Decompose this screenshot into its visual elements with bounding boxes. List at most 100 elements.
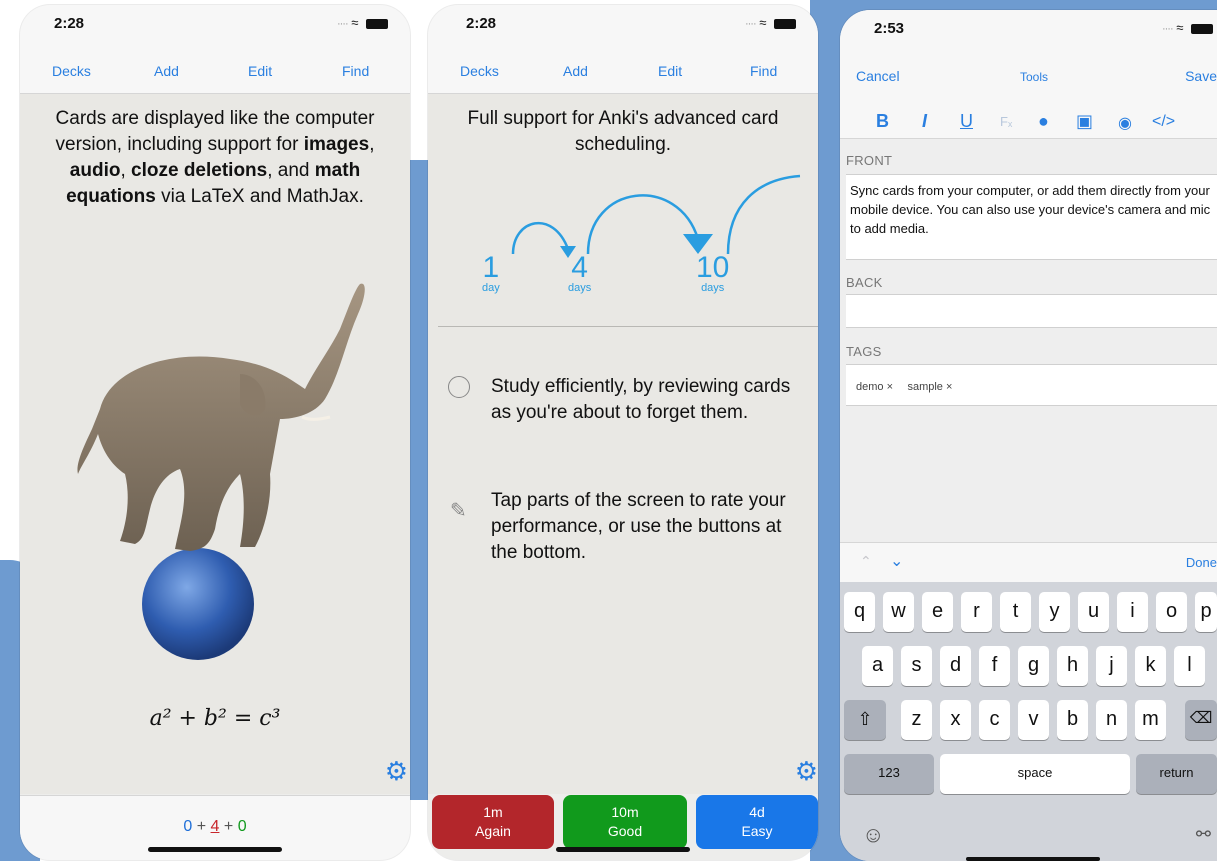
card-content[interactable]: Full support for Anki's advanced card sc…	[428, 94, 818, 794]
navigation-bar: Cancel Tools Save	[840, 54, 1217, 98]
home-indicator[interactable]	[148, 847, 282, 852]
card-description: Cards are displayed like the computer ve…	[55, 108, 375, 207]
new-count: 0	[183, 818, 193, 835]
microphone-icon[interactable]: ⚯	[1196, 824, 1211, 845]
count-separator: +	[192, 818, 211, 835]
key-x[interactable]: x	[940, 700, 971, 740]
gear-icon[interactable]: ⚙	[795, 756, 818, 787]
key-g[interactable]: g	[1018, 646, 1049, 686]
clear-format-button[interactable]: Fₓ	[1000, 114, 1012, 129]
home-indicator[interactable]	[966, 857, 1100, 861]
key-m[interactable]: m	[1135, 700, 1166, 740]
interval-3: 10 days	[696, 251, 730, 295]
key-t[interactable]: t	[1000, 592, 1031, 632]
card-content[interactable]: Cards are displayed like the computer ve…	[20, 94, 410, 794]
key-e[interactable]: e	[922, 592, 953, 632]
front-text: Sync cards from your computer, or add th…	[850, 183, 1211, 236]
key-d[interactable]: d	[940, 646, 971, 686]
eye-icon[interactable]: ◉	[1118, 113, 1132, 133]
count-separator: +	[219, 818, 238, 835]
chevron-down-icon[interactable]: ⌄	[890, 551, 903, 571]
battery-icon	[366, 18, 388, 29]
key-s[interactable]: s	[901, 646, 932, 686]
key-f[interactable]: f	[979, 646, 1010, 686]
easy-button[interactable]: 4d Easy	[696, 795, 818, 849]
scheduling-heading: Full support for Anki's advanced card sc…	[467, 108, 779, 155]
gear-icon[interactable]: ⚙	[385, 756, 408, 787]
key-l[interactable]: l	[1174, 646, 1205, 686]
save-button[interactable]: Save	[1185, 68, 1217, 84]
decks-button[interactable]: Decks	[460, 63, 499, 79]
chevron-up-icon[interactable]: ⌃	[860, 553, 872, 570]
tag-chip[interactable]: demo ×	[856, 381, 893, 393]
decks-button[interactable]: Decks	[52, 63, 91, 79]
status-icons: ···· ≈	[1162, 20, 1213, 35]
status-icons: ···· ≈	[337, 15, 388, 30]
key-a[interactable]: a	[862, 646, 893, 686]
backspace-key[interactable]: ⌫	[1185, 700, 1217, 740]
back-field[interactable]	[846, 294, 1217, 328]
key-r[interactable]: r	[961, 592, 992, 632]
underline-button[interactable]: U	[960, 111, 973, 132]
cancel-button[interactable]: Cancel	[856, 68, 900, 84]
key-b[interactable]: b	[1057, 700, 1088, 740]
done-button[interactable]: Done	[1186, 555, 1217, 570]
wifi-icon: ≈	[1176, 20, 1184, 35]
again-button[interactable]: 1m Again	[432, 795, 554, 849]
tap-finger-icon: ✎	[450, 500, 467, 522]
return-key[interactable]: return	[1136, 754, 1217, 794]
key-y[interactable]: y	[1039, 592, 1070, 632]
tags-field[interactable]: demo × sample ×	[846, 364, 1217, 406]
wifi-icon: ≈	[351, 15, 359, 30]
battery-icon	[774, 18, 796, 29]
phone-scheduling: 2:28 ···· ≈ Decks Add Edit Find Full sup…	[428, 5, 818, 860]
navigation-bar: Decks Add Edit Find	[428, 49, 818, 94]
tag-chip[interactable]: sample ×	[907, 381, 952, 393]
find-button[interactable]: Find	[750, 63, 777, 79]
key-o[interactable]: o	[1156, 592, 1187, 632]
microphone-icon[interactable]: ●	[1038, 111, 1049, 132]
review-count: 0	[237, 818, 247, 835]
key-z[interactable]: z	[901, 700, 932, 740]
divider	[438, 326, 818, 327]
code-icon[interactable]: </>	[1152, 113, 1175, 131]
add-button[interactable]: Add	[563, 63, 588, 79]
key-w[interactable]: w	[883, 592, 914, 632]
key-h[interactable]: h	[1057, 646, 1088, 686]
shift-key[interactable]: ⇧	[844, 700, 886, 740]
math-equation: a² + b² = c³	[149, 706, 281, 731]
key-p[interactable]: p	[1195, 592, 1217, 632]
add-button[interactable]: Add	[154, 63, 179, 79]
numbers-key[interactable]: 123	[844, 754, 934, 794]
tip-study-efficiently: Study efficiently, by reviewing cards as…	[491, 376, 791, 423]
status-time: 2:28	[54, 15, 85, 32]
status-icons: ···· ≈	[745, 15, 796, 30]
navigation-bar: Decks Add Edit Find	[20, 49, 410, 94]
edit-button[interactable]: Edit	[248, 63, 272, 79]
tip-tap-to-rate: Tap parts of the screen to rate your per…	[491, 490, 786, 563]
key-u[interactable]: u	[1078, 592, 1109, 632]
home-indicator[interactable]	[556, 847, 690, 852]
front-field[interactable]: Sync cards from your computer, or add th…	[846, 174, 1217, 260]
good-button[interactable]: 10m Good	[563, 795, 687, 849]
key-v[interactable]: v	[1018, 700, 1049, 740]
front-label: FRONT	[846, 153, 893, 168]
key-c[interactable]: c	[979, 700, 1010, 740]
italic-button[interactable]: I	[922, 111, 927, 132]
status-bar: 2:28 ···· ≈	[428, 5, 818, 49]
key-n[interactable]: n	[1096, 700, 1127, 740]
status-time: 2:28	[466, 15, 497, 32]
key-q[interactable]: q	[844, 592, 875, 632]
clock-icon	[448, 376, 470, 398]
key-j[interactable]: j	[1096, 646, 1127, 686]
tools-button[interactable]: Tools	[1020, 70, 1048, 84]
elephant-on-ball-image	[77, 283, 365, 660]
key-i[interactable]: i	[1117, 592, 1148, 632]
emoji-icon[interactable]: ☺	[862, 822, 884, 848]
camera-icon[interactable]: ▣	[1076, 111, 1093, 132]
space-key[interactable]: space	[940, 754, 1130, 794]
key-k[interactable]: k	[1135, 646, 1166, 686]
bold-button[interactable]: B	[876, 111, 889, 132]
find-button[interactable]: Find	[342, 63, 369, 79]
edit-button[interactable]: Edit	[658, 63, 682, 79]
